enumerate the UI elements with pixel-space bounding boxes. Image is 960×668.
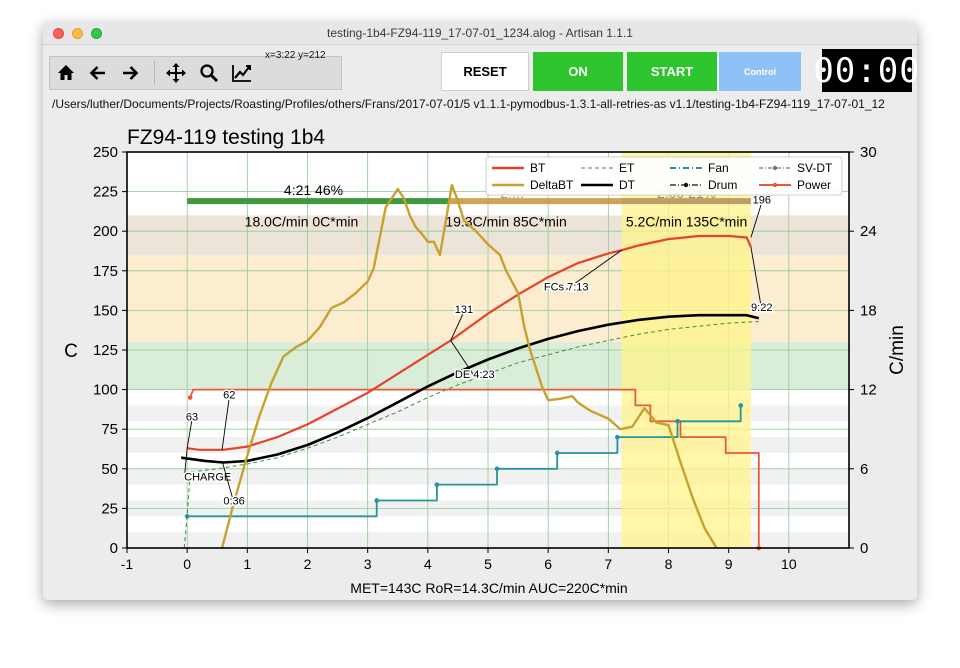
- y2-axis-label: C/min: [887, 325, 908, 375]
- annotation-label: 9:22: [751, 302, 772, 314]
- legend-marker: [772, 182, 778, 188]
- y2-tick-label: 18: [860, 302, 877, 319]
- y-tick-label: 250: [93, 144, 118, 161]
- y-tick-label: 200: [93, 223, 118, 240]
- annotation-label: 131: [455, 304, 473, 316]
- legend-marker: [683, 182, 689, 188]
- legend-drum-label: Drum: [708, 178, 737, 192]
- annotation-label: CHARGE: [184, 472, 231, 484]
- y2-tick-label: 24: [860, 223, 877, 240]
- annotation-label: 62: [223, 389, 235, 401]
- y-axis-label: C: [64, 341, 78, 362]
- legend-deltabt-label: DeltaBT: [530, 178, 574, 192]
- series-fan-point: [374, 498, 379, 503]
- x-tick-label: 7: [604, 556, 612, 572]
- x-tick-label: 0: [183, 556, 191, 572]
- maillard-phase-bar: [448, 198, 622, 205]
- y-tick-label: 0: [110, 540, 118, 557]
- series-fan-point: [434, 482, 440, 487]
- home-icon[interactable]: [52, 59, 80, 87]
- annotation-label: 63: [186, 412, 198, 424]
- series-fan-point: [615, 434, 620, 440]
- y-tick-label: 175: [93, 263, 118, 280]
- legend-dt-label: DT: [619, 178, 636, 192]
- cursor-coordinates: x=3:22 y=212: [265, 50, 326, 61]
- legend-fan-label: Fan: [708, 161, 729, 175]
- x-tick-label: 10: [781, 556, 797, 572]
- y-tick-label: 125: [93, 342, 118, 359]
- y-tick-label: 225: [93, 184, 118, 201]
- x-tick-label: 9: [725, 556, 733, 572]
- control-button[interactable]: Control: [719, 52, 801, 91]
- forward-arrow-icon[interactable]: [116, 59, 144, 87]
- y2-tick-label: 0: [860, 540, 868, 557]
- legend-sv-dt-label: SV-DT: [797, 161, 833, 175]
- y-tick-label: 75: [101, 421, 118, 438]
- series-fan-point: [738, 403, 743, 408]
- app-window: testing-1b4-FZ94-119_17-07-01_1234.alog …: [43, 22, 917, 600]
- legend-marker: [772, 165, 778, 171]
- series-fan-point: [675, 418, 680, 424]
- development-time-highlight: [621, 152, 751, 548]
- chart-title: FZ94-119 testing 1b4: [127, 126, 325, 149]
- x-tick-label: 4: [424, 556, 432, 572]
- x-tick-label: 8: [665, 556, 673, 572]
- footer-stats: MET=143C RoR=14.3C/min AUC=220C*min: [350, 580, 627, 596]
- legend-power-label: Power: [797, 178, 831, 192]
- x-tick-label: 3: [364, 556, 372, 572]
- toolbar-separator: [154, 61, 155, 85]
- zoom-icon[interactable]: [195, 59, 223, 87]
- reset-button[interactable]: RESET: [441, 52, 529, 91]
- roast-chart[interactable]: 4:21 46%2:...2:00 21%18.0C/min 0C*min19.…: [43, 115, 917, 600]
- x-tick-label: 5: [484, 556, 492, 572]
- annotation-label: 196: [753, 195, 771, 207]
- back-arrow-icon[interactable]: [84, 59, 112, 87]
- y-tick-label: 150: [93, 302, 118, 319]
- pan-icon[interactable]: [162, 59, 190, 87]
- drying-stats-label: 18.0C/min 0C*min: [245, 213, 359, 229]
- x-tick-label: 6: [544, 556, 552, 572]
- x-tick-label: 1: [243, 556, 251, 572]
- y-tick-label: 25: [101, 500, 118, 517]
- on-button[interactable]: ON: [533, 52, 623, 91]
- annotation-label: DE 4:23: [455, 369, 495, 381]
- y-tick-label: 50: [101, 461, 118, 478]
- y2-tick-label: 6: [860, 461, 868, 478]
- title-bar: testing-1b4-FZ94-119_17-07-01_1234.alog …: [43, 22, 917, 45]
- y2-tick-label: 12: [860, 382, 877, 399]
- y-tick-label: 100: [93, 382, 118, 399]
- series-power-point: [187, 395, 193, 400]
- y2-tick-label: 30: [860, 144, 877, 161]
- timer-display: 00:00: [813, 49, 917, 92]
- series-fan-point: [554, 450, 560, 456]
- series-fan-point: [494, 466, 500, 472]
- x-tick-label: -1: [121, 556, 134, 572]
- legend-bt-label: BT: [530, 161, 546, 175]
- start-button[interactable]: START: [627, 52, 717, 91]
- profile-path: /Users/luther/Documents/Projects/Roastin…: [52, 97, 885, 111]
- plot-toolbar: [49, 56, 342, 90]
- window-title: testing-1b4-FZ94-119_17-07-01_1234.alog …: [327, 26, 633, 40]
- annotation-label: FCs 7:13: [544, 282, 589, 294]
- legend-et-label: ET: [619, 161, 635, 175]
- finish-stats-label: 5.2C/min 135C*min: [626, 213, 747, 229]
- drying-bar-label: 4:21 46%: [284, 182, 343, 198]
- drying-phase-bar: [187, 198, 449, 205]
- x-tick-label: 2: [304, 556, 312, 572]
- annotation-label: 0:36: [223, 495, 244, 507]
- subplots-icon[interactable]: [228, 59, 256, 87]
